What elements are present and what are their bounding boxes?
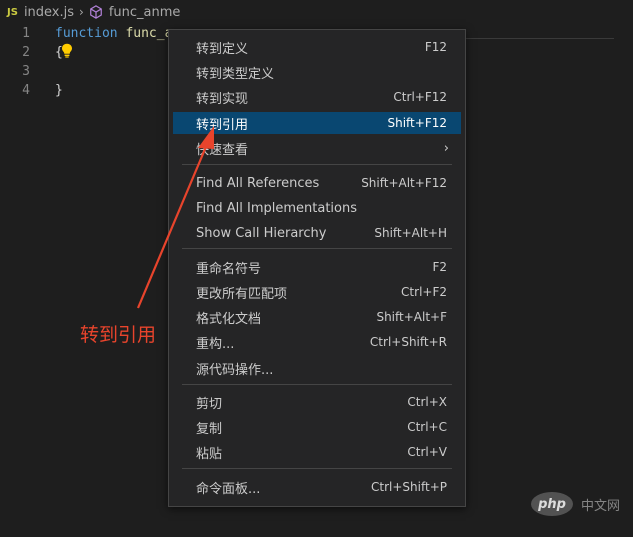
php-logo: php bbox=[531, 492, 573, 516]
watermark: php 中文网 bbox=[531, 492, 620, 516]
watermark-text: 中文网 bbox=[581, 498, 621, 514]
annotation-label: 转到引用 bbox=[80, 324, 157, 346]
annotation-arrow bbox=[136, 126, 214, 309]
